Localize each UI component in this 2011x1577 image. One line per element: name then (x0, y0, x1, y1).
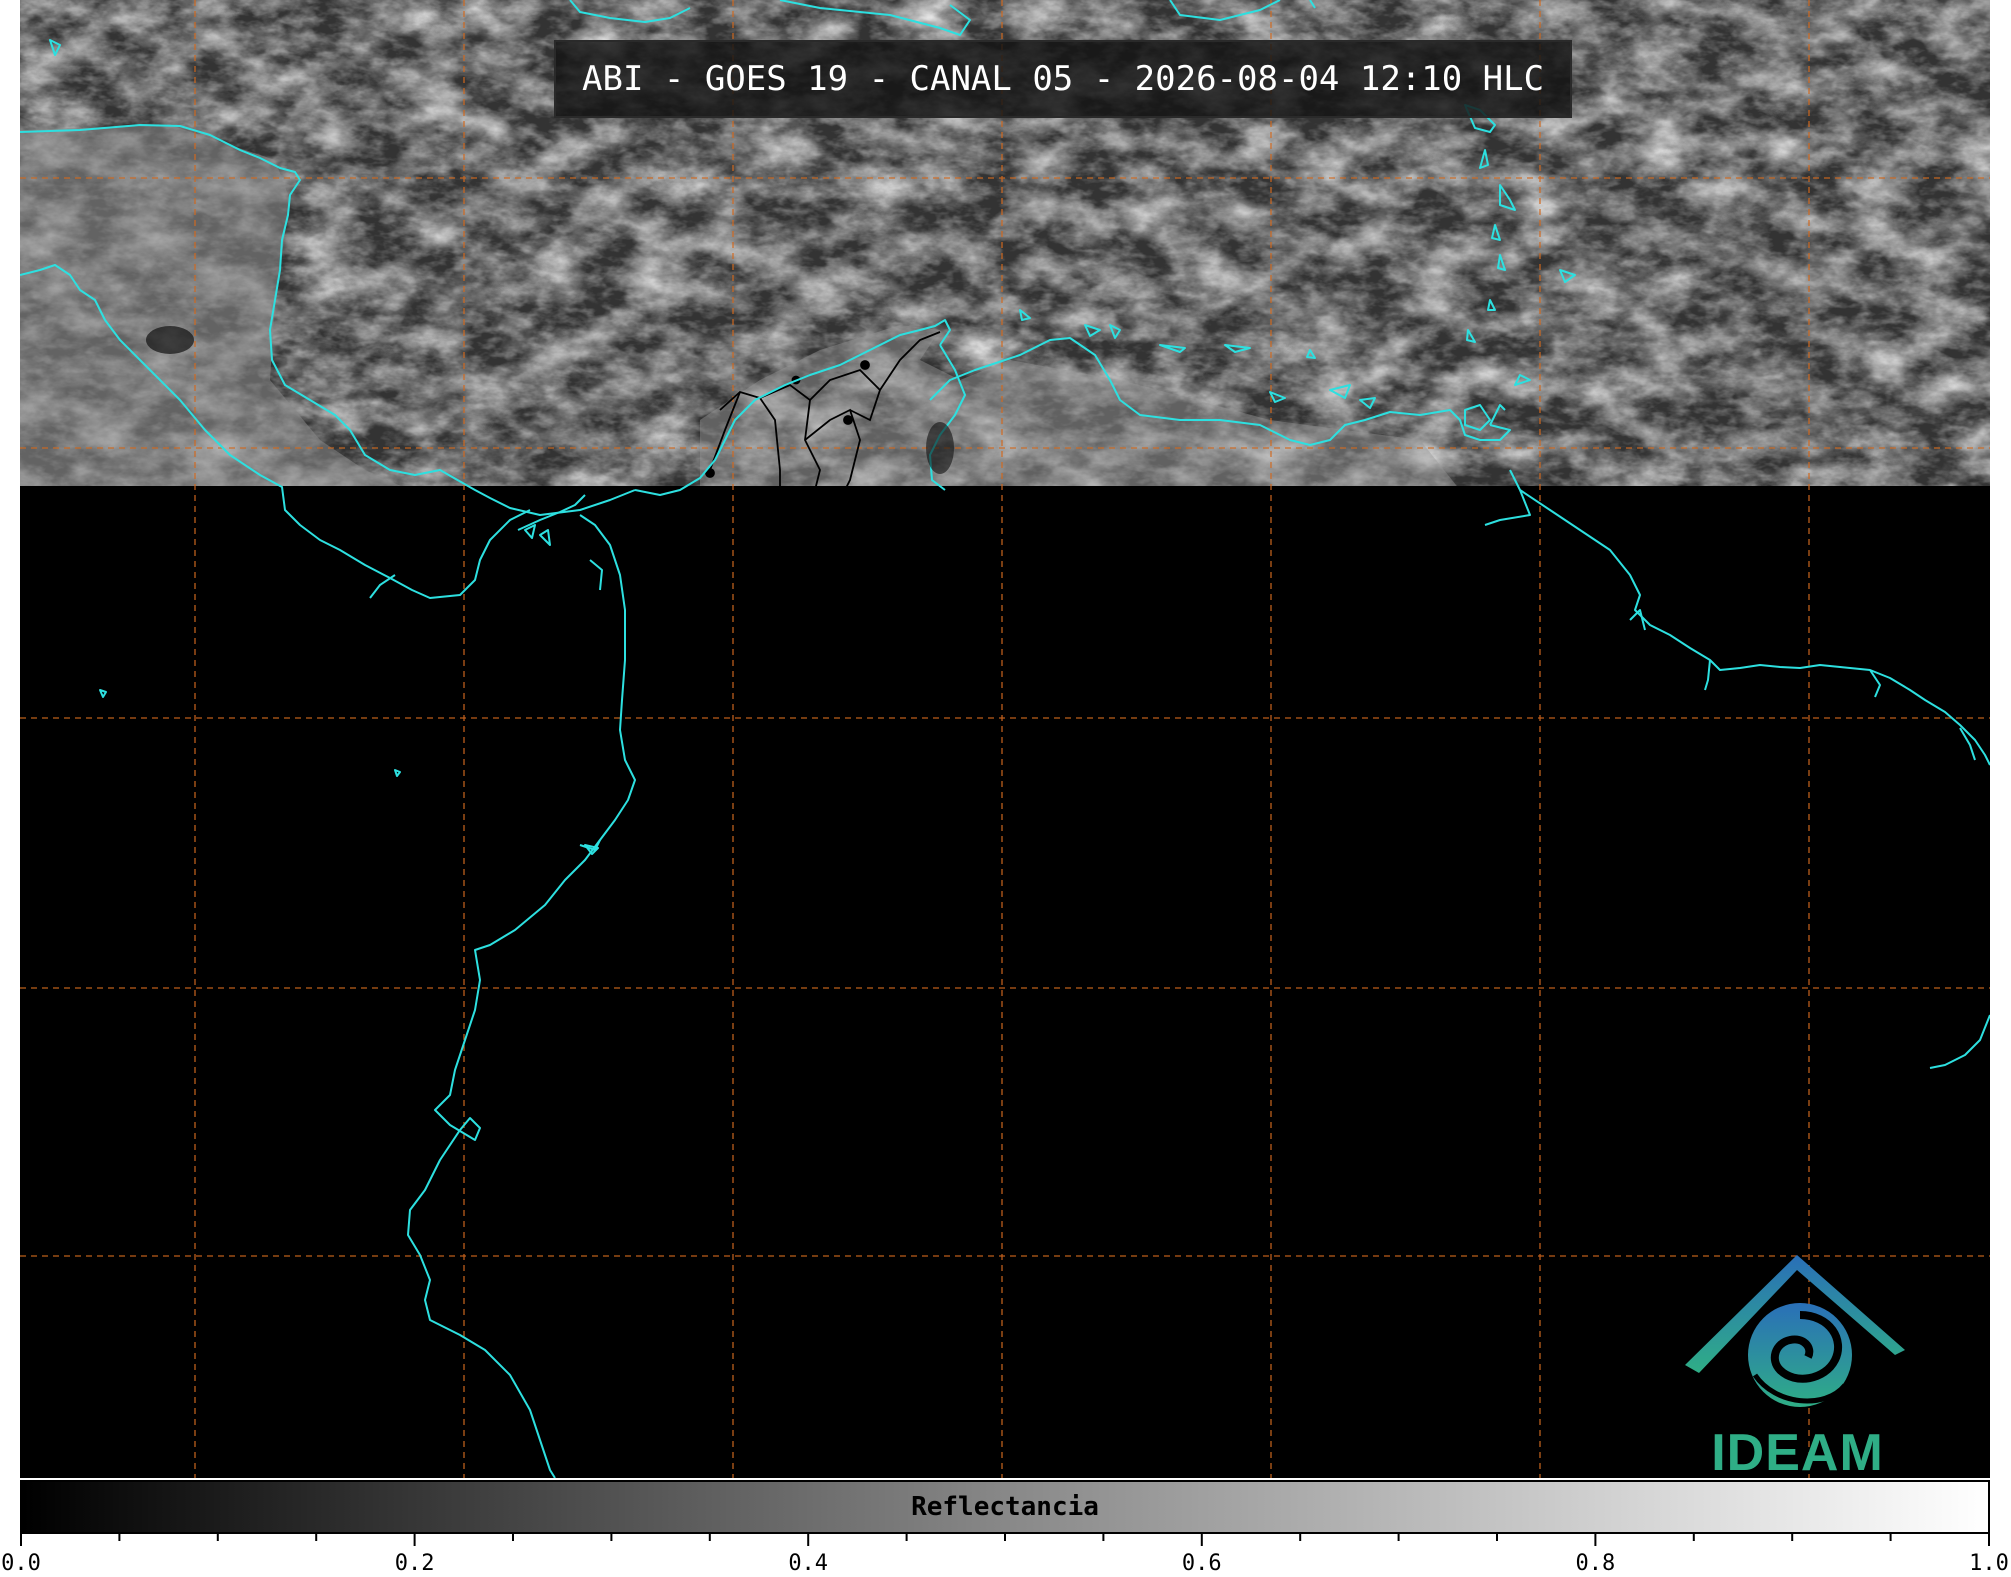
colorbar-tick-label: 0.6 (1182, 1551, 1222, 1576)
satellite-map: ABI - GOES 19 - CANAL 05 - 2026-08-04 12… (20, 0, 1990, 1478)
colorbar-tick-label: 0.8 (1576, 1551, 1616, 1576)
map-title: ABI - GOES 19 - CANAL 05 - 2026-08-04 12… (554, 40, 1573, 118)
colorbar-tick-label: 0.4 (788, 1551, 828, 1576)
colorbar-label: Reflectancia (911, 1492, 1099, 1522)
ideam-logo-text: IDEAM (1711, 1424, 1884, 1478)
colorbar-tick-label: 0.2 (395, 1551, 435, 1576)
colorbar-axis: 0.0 0.2 0.4 0.6 0.8 1.0 (1, 1534, 2009, 1576)
ideam-logo: IDEAM (1685, 1255, 1910, 1478)
colorbar-tick-label: 0.0 (1, 1551, 41, 1576)
colorbar: Reflectancia (20, 1480, 1990, 1534)
colorbar-tick-label: 1.0 (1969, 1551, 2009, 1576)
ideam-emblem-icon (1685, 1255, 1905, 1407)
